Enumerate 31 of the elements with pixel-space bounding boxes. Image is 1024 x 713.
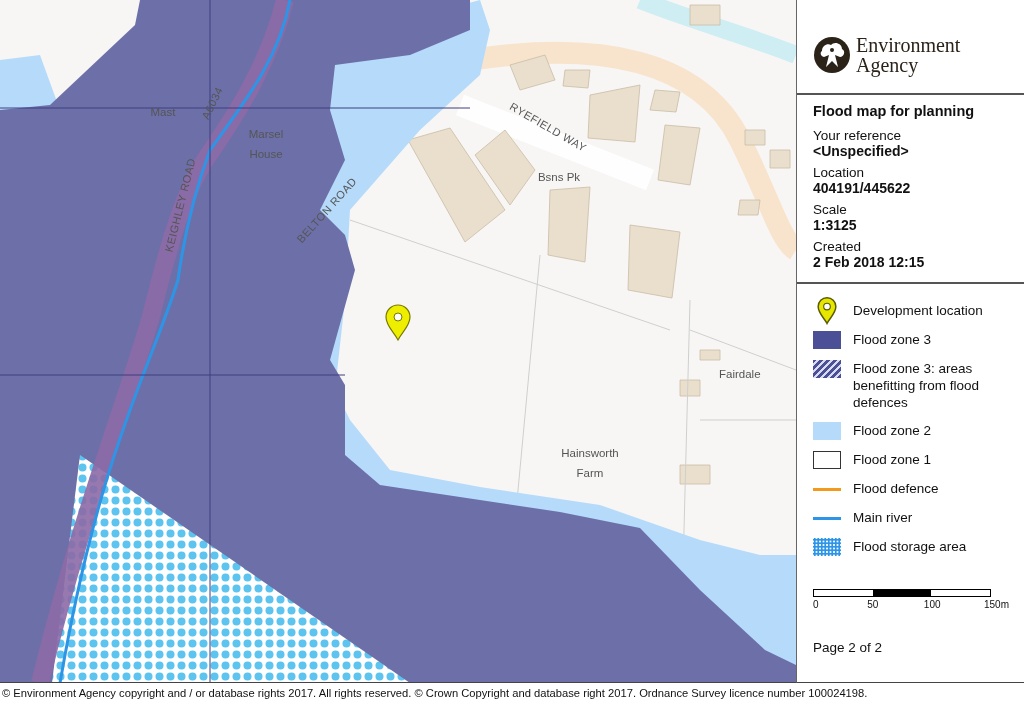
legend-label: Flood zone 2 (853, 422, 933, 439)
place-name: Bsns Pk (536, 170, 582, 185)
legend-label: Development location (853, 302, 984, 319)
field-value: <Unspecified> (813, 143, 910, 159)
logo-wordmark: Environment Agency (856, 34, 961, 75)
place-name: Fairdale (719, 367, 761, 382)
legend-label: Main river (853, 509, 914, 526)
legend-label: Flood zone 1 (853, 451, 933, 468)
scale-label: 0 (813, 599, 819, 610)
copyright-notice: © Environment Agency copyright and / or database rights 2017. All rights reserved. © Crown Copyright and database right 2017. Ordnance Survey licence number 100024198. (2, 687, 868, 699)
place-name: Mast (150, 105, 176, 120)
field-value: 2 Feb 2018 12:15 (813, 254, 926, 270)
scale-label: 50 (867, 599, 879, 610)
field-label: Created (813, 239, 863, 254)
place-name: Hainsworth Farm (560, 446, 620, 481)
field-value: 1:3125 (813, 217, 858, 233)
legend-label: Flood zone 3 (853, 331, 933, 348)
field-value: 404191/445622 (813, 180, 912, 196)
legend-label: Flood storage area (853, 538, 968, 555)
scale-label: 150m (984, 599, 1009, 610)
field-label: Location (813, 165, 866, 180)
field-label: Your reference (813, 128, 903, 143)
scale-label: 100 (923, 599, 941, 610)
field-label: Scale (813, 202, 848, 217)
location-pin-icon (385, 304, 411, 341)
logo-icon (814, 36, 850, 73)
place-name: Marsel House (247, 127, 285, 162)
panel-title: Flood map for planning (813, 103, 976, 119)
page-number: Page 2 of 2 (813, 640, 884, 655)
legend-label: Flood defence (853, 480, 940, 497)
legend-label: Flood zone 3: areas benefitting from flood defences (853, 360, 981, 411)
